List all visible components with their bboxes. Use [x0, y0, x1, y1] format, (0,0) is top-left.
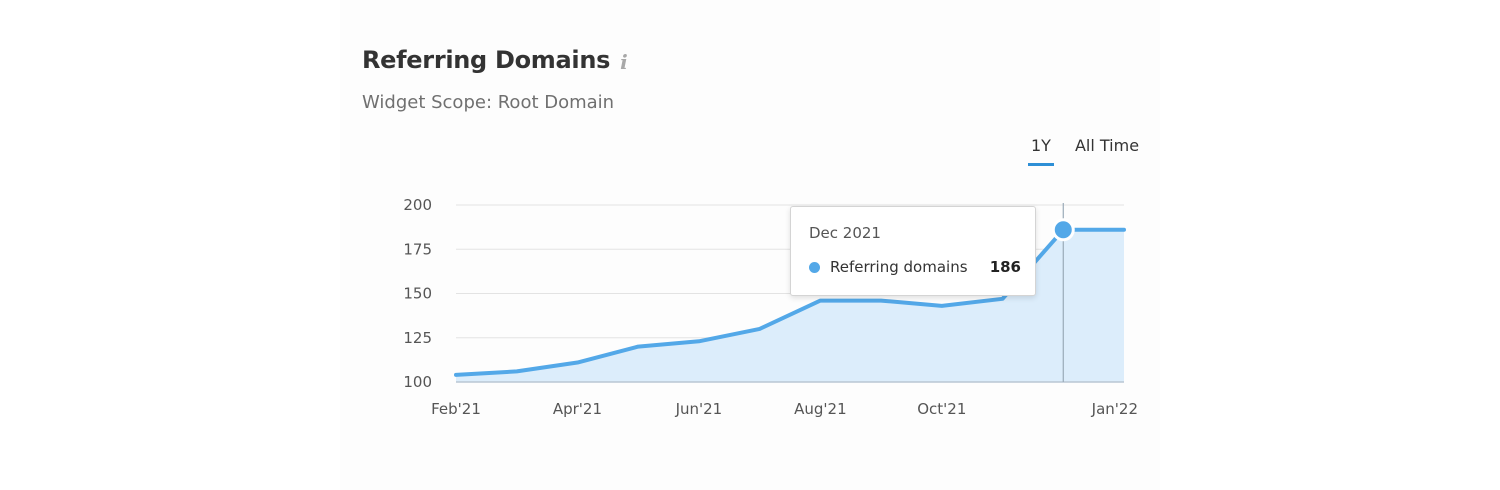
y-tick-label: 200	[403, 196, 432, 214]
x-tick-label: Feb'21	[431, 400, 481, 418]
referring-domains-chart[interactable]: 100 125 150 175 200 Feb'21 Apr'21 Jun'21 Aug'21 O…	[0, 0, 1500, 490]
tooltip-date: Dec 2021	[809, 224, 881, 242]
x-tick-label: Oct'21	[917, 400, 966, 418]
series-dot-icon	[809, 261, 820, 273]
x-tick-label: Apr'21	[553, 400, 602, 418]
y-tick-label: 150	[403, 285, 432, 303]
x-tick-label: Aug'21	[794, 400, 847, 418]
x-tick-label: Jun'21	[675, 400, 723, 418]
tooltip-series-label: Referring domains	[830, 258, 968, 276]
y-tick-label: 100	[403, 373, 432, 391]
y-tick-label: 125	[403, 329, 432, 347]
highlighted-point	[1051, 218, 1075, 242]
tooltip-row: Referring domains 186	[809, 258, 1021, 276]
y-tick-label: 175	[403, 240, 432, 258]
chart-tooltip: Dec 2021 Referring domains 186	[790, 206, 1036, 296]
x-tick-label: Jan'22	[1091, 400, 1138, 418]
tooltip-value: 186	[989, 258, 1021, 276]
